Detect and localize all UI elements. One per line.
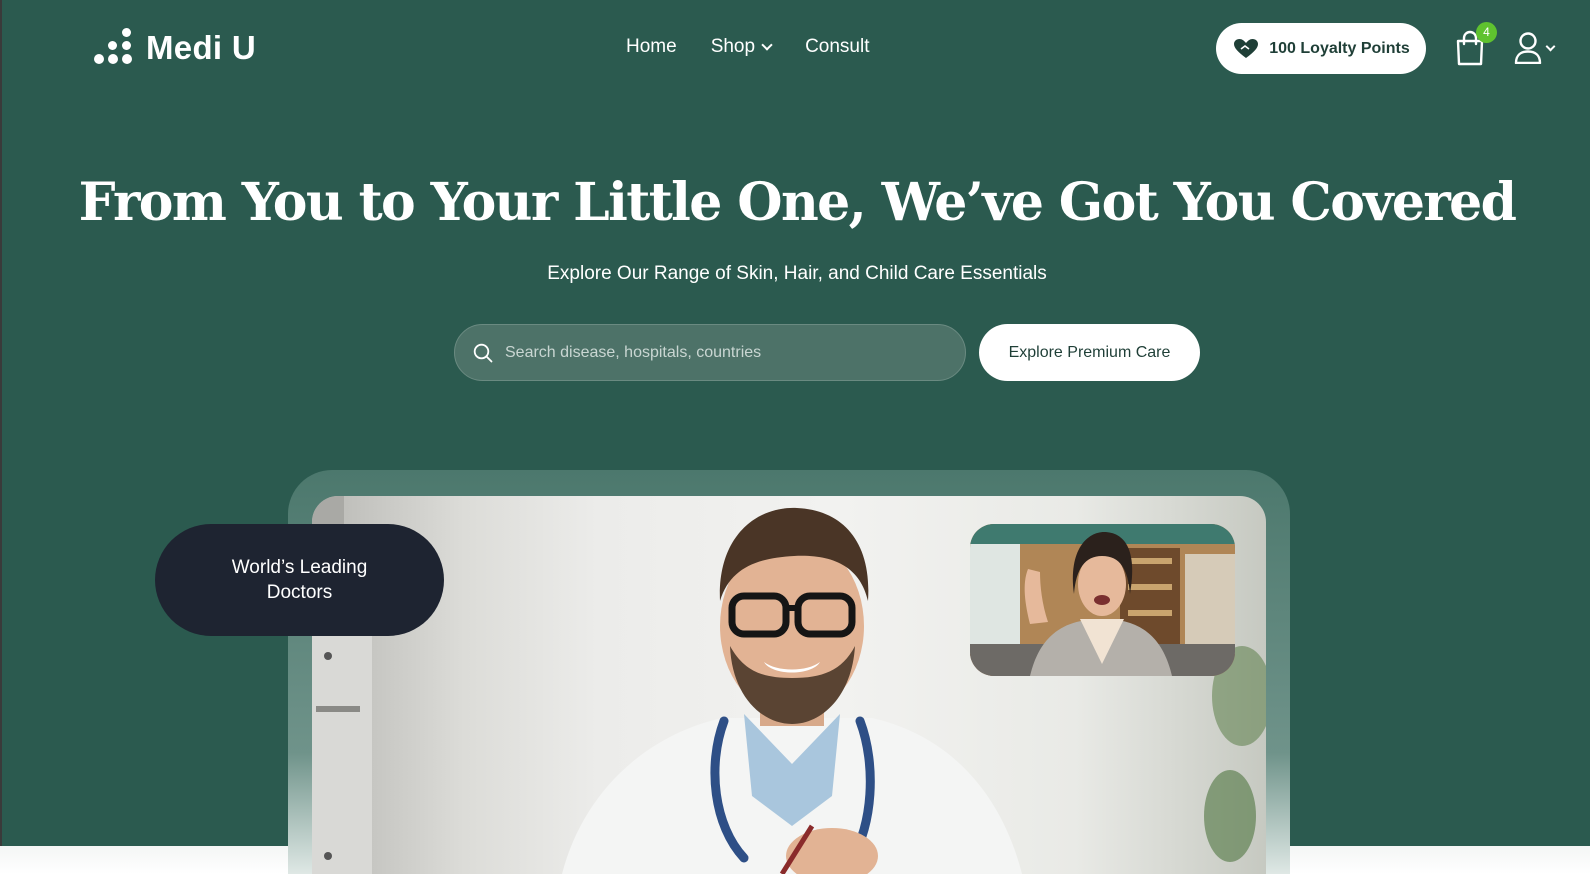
search-icon (473, 343, 493, 362)
search-input[interactable] (505, 343, 965, 362)
loyalty-points-button[interactable]: 100 Loyalty Points (1216, 23, 1426, 74)
world-leading-doctors-badge: World’s Leading Doctors (155, 524, 444, 636)
nav-consult[interactable]: Consult (805, 36, 869, 58)
chevron-down-icon (1545, 41, 1556, 51)
hero-headline: From You to Your Little One, We’ve Got Y… (78, 172, 1517, 233)
user-menu-button[interactable] (1514, 32, 1556, 64)
brand-logo[interactable]: Medi U (92, 28, 256, 68)
user-icon (1514, 32, 1542, 64)
nav-shop-label: Shop (710, 36, 756, 57)
hero-subhead: Explore Our Range of Skin, Hair, and Chi… (547, 263, 1047, 284)
logo-dots-icon (92, 28, 132, 68)
chevron-down-icon (761, 39, 773, 51)
heart-hands-icon (1234, 38, 1259, 58)
patient-video-illustration (970, 524, 1235, 676)
nav-shop[interactable]: Shop (710, 36, 773, 58)
brand-name: Medi U (146, 29, 256, 66)
loyalty-points-label: 100 Loyalty Points (1269, 39, 1410, 57)
search-bar[interactable] (454, 324, 966, 381)
nav-home[interactable]: Home (626, 36, 677, 58)
video-call-thumbnail[interactable] (970, 524, 1235, 676)
main-nav: Home Shop Consult (626, 36, 869, 58)
cart-count-badge: 4 (1476, 22, 1497, 43)
explore-premium-care-button[interactable]: Explore Premium Care (979, 324, 1200, 381)
